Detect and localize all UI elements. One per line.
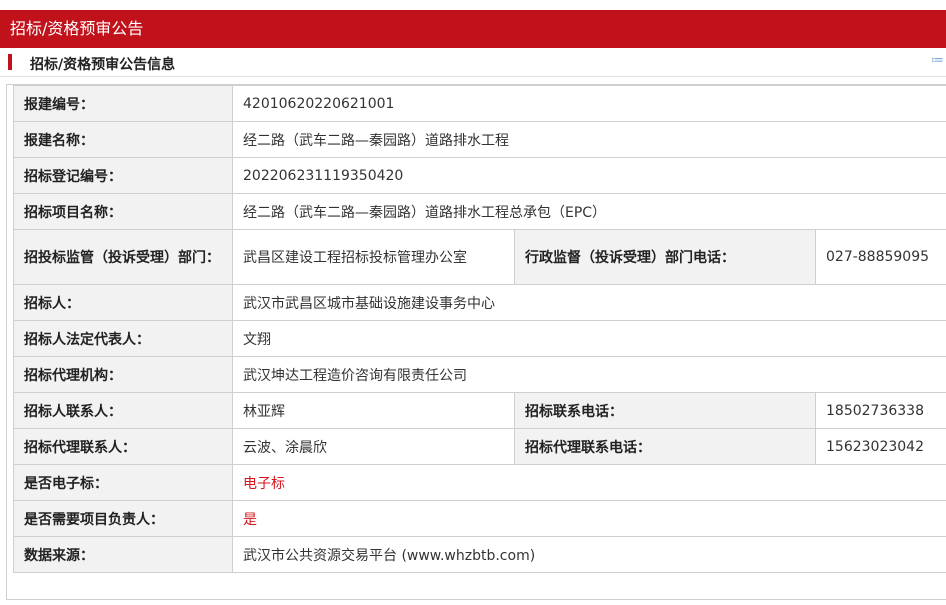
tender-project-name-value: 经二路（武车二路—秦园路）道路排水工程总承包（EPC） [231,193,946,230]
tender-reg-no-value: 202206231119350420 [231,157,946,194]
page-title: 招标/资格预审公告 [0,10,946,48]
project-name-value: 经二路（武车二路—秦园路）道路排水工程 [231,121,946,158]
tenderer-contact-label: 招标人联系人： [13,392,233,429]
table-row: 报建编号： 42010620220621001 [13,85,946,122]
page: 招标/资格预审公告 招标/资格预审公告信息 ≔ 报建编号： 4201062022… [0,0,946,605]
table-row: 招标项目名称： 经二路（武车二路—秦园路）道路排水工程总承包（EPC） [13,193,946,230]
supervisor-dept-value: 武昌区建设工程招标投标管理办公室 [232,229,515,285]
agency-contact-value: 云波、涂晨欣 [232,428,515,465]
section-title: 招标/资格预审公告信息 [30,57,176,73]
table-row: 招投标监管（投诉受理）部门： 武昌区建设工程招标投标管理办公室 行政监督（投诉受… [13,229,946,285]
section-accent-bar [8,54,12,70]
announcement-info-table: 报建编号： 42010620220621001 报建名称： 经二路（武车二路—秦… [13,85,946,573]
section-header: 招标/资格预审公告信息 ≔ [0,49,946,77]
project-name-label: 报建名称： [13,121,233,158]
supervisor-dept-label: 招投标监管（投诉受理）部门： [13,229,233,285]
source-value: 武汉市公共资源交易平台 (www.whzbtb.com) [231,536,946,573]
table-row: 招标登记编号： 202206231119350420 [13,157,946,194]
project-code-label: 报建编号： [13,85,233,122]
table-row: 招标代理联系人： 云波、涂晨欣 招标代理联系电话： 15623023042 [13,428,946,465]
table-row: 招标代理机构： 武汉坤达工程造价咨询有限责任公司 [13,356,946,393]
agency-phone-value: 15623023042 [814,428,946,465]
tender-project-name-label: 招标项目名称： [13,193,233,230]
source-label: 数据来源： [13,536,233,573]
double-chevron-up-icon[interactable]: ≔ [931,53,944,68]
tenderer-contact-value: 林亚辉 [232,392,515,429]
tender-phone-value: 18502736338 [814,392,946,429]
need-manager-value: 是 [231,500,946,537]
tender-reg-no-label: 招标登记编号： [13,157,233,194]
agency-contact-label: 招标代理联系人： [13,428,233,465]
table-row: 报建名称： 经二路（武车二路—秦园路）道路排水工程 [13,121,946,158]
admin-phone-value: 027-88859095 [814,229,946,285]
tenderer-label: 招标人： [13,284,233,321]
electronic-value: 电子标 [231,464,946,501]
agency-label: 招标代理机构： [13,356,233,393]
agency-value: 武汉坤达工程造价咨询有限责任公司 [231,356,946,393]
table-row: 是否电子标： 电子标 [13,464,946,501]
agency-phone-label: 招标代理联系电话： [514,428,816,465]
table-row: 是否需要项目负责人： 是 [13,500,946,537]
legal-rep-value: 文翔 [231,320,946,357]
tender-phone-label: 招标联系电话： [514,392,816,429]
electronic-label: 是否电子标： [13,464,233,501]
admin-phone-label: 行政监督（投诉受理）部门电话： [514,229,816,285]
legal-rep-label: 招标人法定代表人： [13,320,233,357]
table-row: 数据来源： 武汉市公共资源交易平台 (www.whzbtb.com) [13,536,946,573]
tenderer-value: 武汉市武昌区城市基础设施建设事务中心 [231,284,946,321]
need-manager-label: 是否需要项目负责人： [13,500,233,537]
project-code-value: 42010620220621001 [231,85,946,122]
table-row: 招标人： 武汉市武昌区城市基础设施建设事务中心 [13,284,946,321]
table-row: 招标人联系人： 林亚辉 招标联系电话： 18502736338 [13,392,946,429]
table-row: 招标人法定代表人： 文翔 [13,320,946,357]
